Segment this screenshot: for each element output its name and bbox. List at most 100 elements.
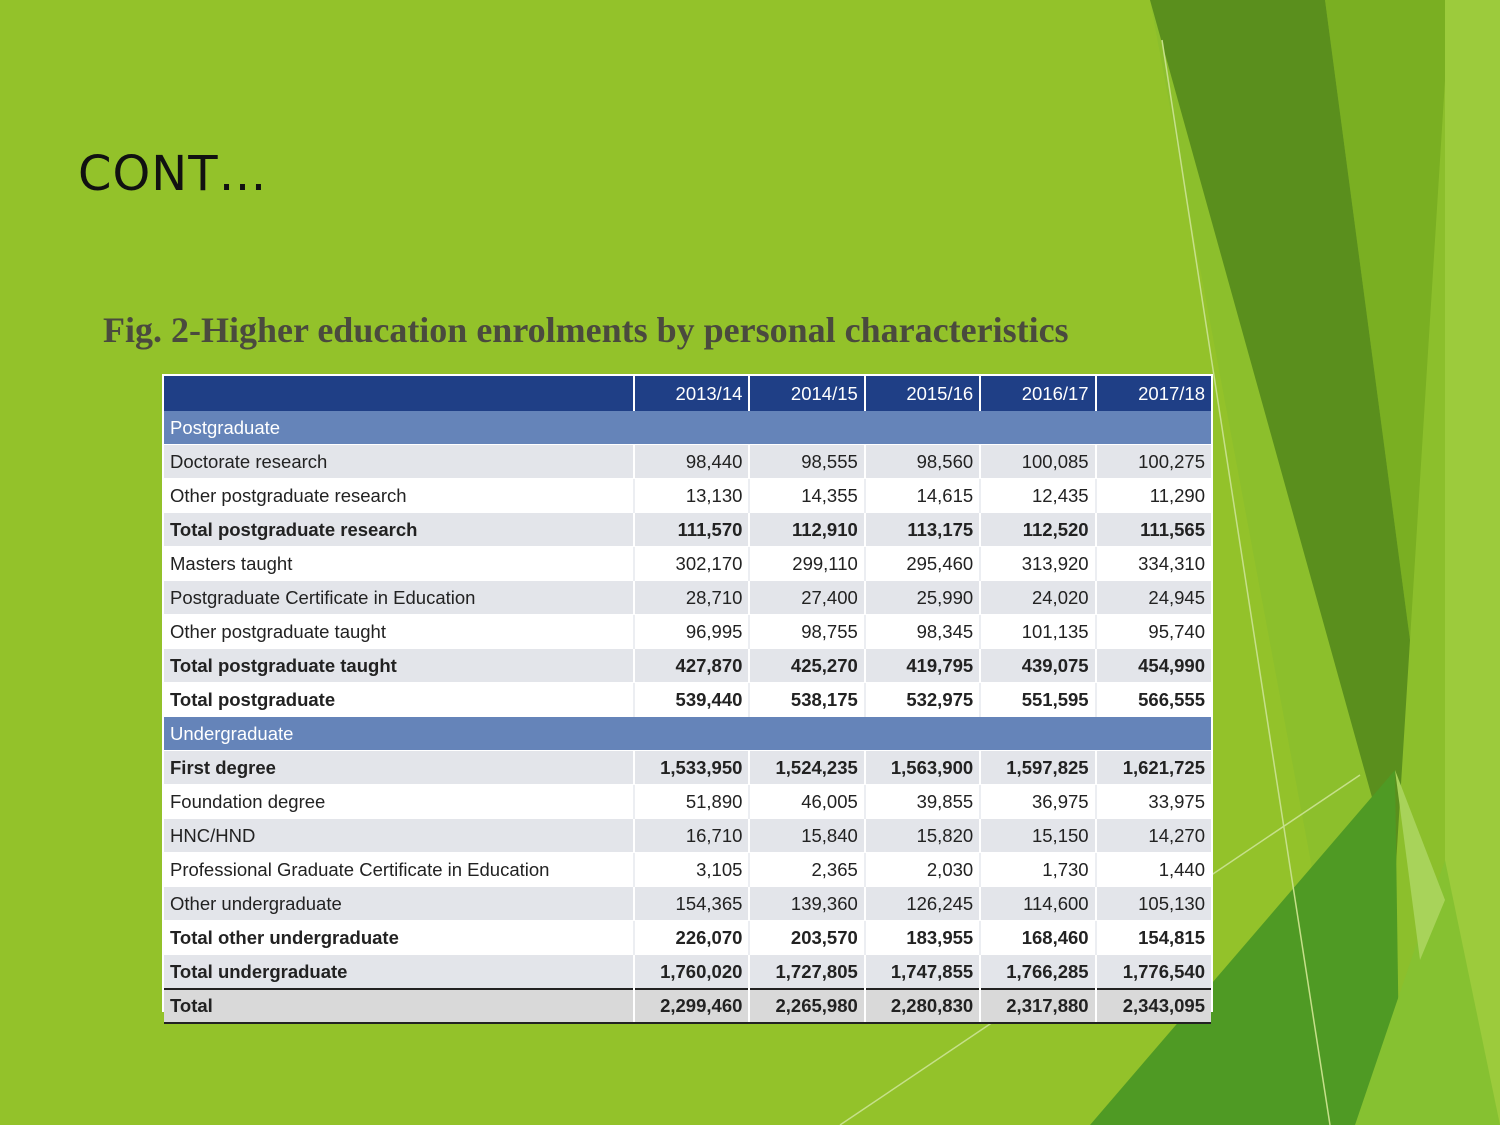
row-value: 98,555 (749, 444, 866, 479)
row-label: Professional Graduate Certificate in Edu… (164, 852, 636, 887)
row-value: 313,920 (980, 546, 1097, 581)
row-value: 25,990 (864, 580, 982, 615)
table-row: Total other undergraduate 226,070 203,570 1… (164, 920, 1211, 955)
row-value: 96,995 (634, 614, 751, 649)
row-value: 100,085 (980, 444, 1097, 479)
row-value: 11,290 (1095, 478, 1211, 513)
row-label: Foundation degree (164, 784, 636, 819)
enrolment-table: 2013/14 2014/15 2015/16 2016/17 2017/18 … (164, 376, 1211, 1024)
table-row: First degree 1,533,950 1,524,235 1,563,900 1… (164, 750, 1211, 785)
row-value: 566,555 (1095, 682, 1211, 717)
total-value: 2,343,095 (1095, 988, 1211, 1024)
row-label: Other postgraduate taught (164, 614, 636, 649)
row-value: 154,365 (634, 886, 751, 921)
table-row: Other postgraduate taught 96,995 98,755 98,… (164, 614, 1211, 649)
row-value: 98,560 (864, 444, 982, 479)
row-value: 539,440 (634, 682, 751, 717)
row-value: 299,110 (749, 546, 866, 581)
row-value: 12,435 (980, 478, 1097, 513)
row-value: 98,755 (749, 614, 866, 649)
row-value: 538,175 (749, 682, 866, 717)
row-value: 203,570 (749, 920, 866, 955)
header-corner (164, 376, 636, 411)
table-body: Postgraduate Doctorate research 98,440 98,5… (164, 411, 1211, 1024)
header-year: 2016/17 (980, 376, 1097, 411)
header-year: 2013/14 (634, 376, 751, 411)
table-row: Total postgraduate taught 427,870 425,270 4… (164, 648, 1211, 683)
row-value: 33,975 (1095, 784, 1211, 819)
row-value: 98,345 (864, 614, 982, 649)
row-value: 154,815 (1095, 920, 1211, 955)
row-value: 226,070 (634, 920, 751, 955)
row-value: 24,945 (1095, 580, 1211, 615)
row-value: 1,440 (1095, 852, 1211, 887)
row-value: 139,360 (749, 886, 866, 921)
row-value: 425,270 (749, 648, 866, 683)
row-value: 2,030 (864, 852, 982, 887)
row-label: Postgraduate Certificate in Education (164, 580, 636, 615)
table-row: Other undergraduate 154,365 139,360 126,245… (164, 886, 1211, 921)
row-value: 1,524,235 (749, 750, 866, 785)
row-label: Masters taught (164, 546, 636, 581)
row-value: 439,075 (980, 648, 1097, 683)
row-value: 15,820 (864, 818, 982, 853)
row-value: 1,597,825 (980, 750, 1097, 785)
table-row: Postgraduate Certificate in Education 28,… (164, 580, 1211, 615)
row-value: 14,355 (749, 478, 866, 513)
section-header-row: Undergraduate (164, 716, 1211, 751)
row-value: 1,766,285 (980, 954, 1097, 990)
header-year: 2015/16 (864, 376, 982, 411)
table-header-row: 2013/14 2014/15 2015/16 2016/17 2017/18 (164, 376, 1211, 411)
slide-title: CONT… (78, 146, 268, 202)
row-value: 454,990 (1095, 648, 1211, 683)
total-label: Total (164, 988, 636, 1024)
row-value: 111,565 (1095, 512, 1211, 547)
enrolment-table-container: 2013/14 2014/15 2015/16 2016/17 2017/18 … (162, 374, 1213, 1024)
row-label: Doctorate research (164, 444, 636, 479)
table-row: Professional Graduate Certificate in Edu… (164, 852, 1211, 887)
row-value: 111,570 (634, 512, 751, 547)
row-value: 14,615 (864, 478, 982, 513)
total-value: 2,317,880 (980, 988, 1097, 1024)
table-row: Total postgraduate research 111,570 112,91… (164, 512, 1211, 547)
row-value: 98,440 (634, 444, 751, 479)
row-label: Total undergraduate (164, 954, 636, 990)
row-label: Other undergraduate (164, 886, 636, 921)
total-value: 2,265,980 (749, 988, 866, 1024)
row-value: 114,600 (980, 886, 1097, 921)
row-value: 126,245 (864, 886, 982, 921)
row-value: 295,460 (864, 546, 982, 581)
table-row: Doctorate research 98,440 98,555 98,560 100,… (164, 444, 1211, 479)
row-value: 1,776,540 (1095, 954, 1211, 990)
row-value: 532,975 (864, 682, 982, 717)
row-value: 1,621,725 (1095, 750, 1211, 785)
section-title: Undergraduate (164, 716, 1211, 751)
section-header-row: Postgraduate (164, 411, 1211, 445)
row-value: 13,130 (634, 478, 751, 513)
figure-caption: Fig. 2-Higher education enrolments by pe… (103, 310, 1069, 350)
row-value: 51,890 (634, 784, 751, 819)
row-value: 16,710 (634, 818, 751, 853)
row-value: 183,955 (864, 920, 982, 955)
row-value: 28,710 (634, 580, 751, 615)
row-value: 101,135 (980, 614, 1097, 649)
row-value: 419,795 (864, 648, 982, 683)
row-value: 15,150 (980, 818, 1097, 853)
row-value: 15,840 (749, 818, 866, 853)
row-value: 112,910 (749, 512, 866, 547)
row-value: 14,270 (1095, 818, 1211, 853)
row-label: Total other undergraduate (164, 920, 636, 955)
row-value: 1,760,020 (634, 954, 751, 990)
row-value: 95,740 (1095, 614, 1211, 649)
row-value: 1,747,855 (864, 954, 982, 990)
table-row: Other postgraduate research 13,130 14,355 1… (164, 478, 1211, 513)
row-value: 1,563,900 (864, 750, 982, 785)
row-value: 39,855 (864, 784, 982, 819)
row-value: 1,727,805 (749, 954, 866, 990)
table-row: HNC/HND 16,710 15,840 15,820 15,150 14,270 (164, 818, 1211, 853)
row-value: 105,130 (1095, 886, 1211, 921)
row-value: 302,170 (634, 546, 751, 581)
row-value: 46,005 (749, 784, 866, 819)
row-value: 112,520 (980, 512, 1097, 547)
row-label: Total postgraduate taught (164, 648, 636, 683)
